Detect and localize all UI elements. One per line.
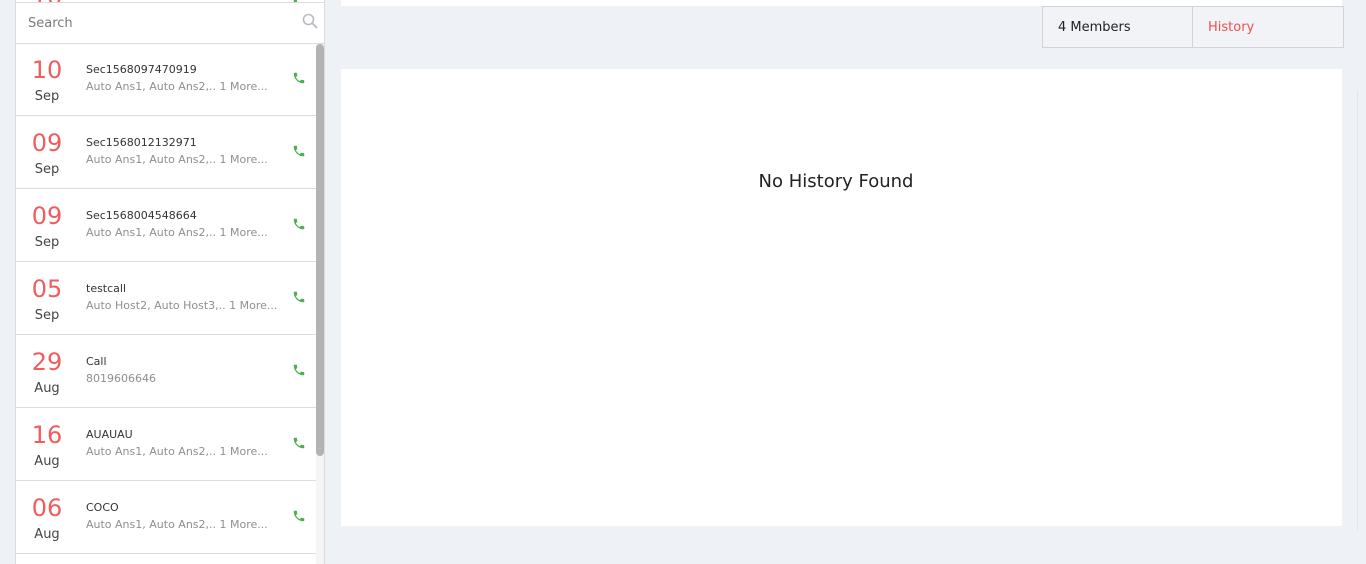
conversation-title: testcall: [86, 282, 127, 295]
date-month: Aug: [34, 454, 60, 469]
phone-icon[interactable]: [292, 217, 306, 231]
phone-icon[interactable]: [292, 71, 306, 85]
conversation-members: Auto Ans1, Auto Ans2,.. 1 More...: [86, 445, 268, 458]
conversation-list: 10SepSec1568112860085Auto Ans1, Auto Ans…: [16, 0, 316, 554]
list-item[interactable]: 09 Sep Sec1568012132971 Auto Ans1, Auto Ans…: [16, 116, 316, 189]
search-input[interactable]: [16, 3, 324, 43]
date-day: 06: [31, 494, 63, 522]
conversation-members: Auto Host2, Auto Host3,.. 1 More...: [86, 299, 278, 312]
list-item[interactable]: 09 Sep Sec1568004548664 Auto Ans1, Auto Ans…: [16, 189, 316, 262]
date-month: Sep: [34, 89, 60, 104]
list-item[interactable]: 10 Sep Sec1568097470919 Auto Ans1, Auto Ans…: [16, 43, 316, 116]
date-day: 29: [31, 348, 63, 376]
list-item[interactable]: 29 Aug Call 8019606646: [16, 335, 316, 408]
conversation-title: Sec1568004548664: [86, 209, 197, 222]
right-edge-divider: [1357, 90, 1364, 530]
conversation-members: Auto Ans1, Auto Ans2,.. 1 More...: [86, 226, 268, 239]
phone-icon[interactable]: [292, 290, 306, 304]
conversation-members: Auto Ans1, Auto Ans2,.. 1 More...: [86, 80, 268, 93]
tab-history[interactable]: History: [1193, 7, 1343, 47]
date-month: Aug: [34, 527, 60, 542]
history-content: No History Found: [341, 69, 1342, 526]
list-item[interactable]: 05 Sep testcall Auto Host2, Auto Host3,.. 1…: [16, 262, 316, 335]
conversation-members: Auto Ans1, Auto Ans2,.. 1 More...: [86, 153, 268, 166]
date-day: 10: [31, 56, 63, 84]
date-month: Sep: [34, 308, 60, 323]
scrollbar-thumb[interactable]: [316, 44, 324, 456]
conversation-members: 8019606646: [86, 372, 156, 385]
conversation-title: Sec1568097470919: [86, 63, 197, 76]
phone-icon[interactable]: [292, 509, 306, 523]
date-day: 09: [31, 129, 63, 157]
date-month: Aug: [34, 381, 60, 396]
date-month: Sep: [34, 162, 60, 177]
conversation-title: AUAUAU: [86, 428, 133, 441]
conversation-title: Sec1568012132971: [86, 136, 197, 149]
phone-icon[interactable]: [292, 144, 306, 158]
search-box: [16, 2, 324, 44]
conversation-title: COCO: [86, 501, 119, 514]
empty-history-message: No History Found: [758, 171, 914, 192]
conversation-members: Auto Ans1, Auto Ans2,.. 1 More...: [86, 518, 268, 531]
conversation-title: Call: [86, 355, 107, 368]
date-day: 09: [31, 202, 63, 230]
search-icon[interactable]: [302, 13, 318, 29]
list-item[interactable]: 16 Aug AUAUAU Auto Ans1, Auto Ans2,.. 1 Mor…: [16, 408, 316, 481]
date-day: 05: [31, 275, 63, 303]
tab-bar: 4 Members History: [1042, 6, 1344, 48]
conversation-panel: 10SepSec1568112860085Auto Ans1, Auto Ans…: [15, 0, 325, 564]
list-item[interactable]: 06 Aug COCO Auto Ans1, Auto Ans2,.. 1 More.…: [16, 481, 316, 554]
date-month: Sep: [34, 235, 60, 250]
phone-icon[interactable]: [292, 363, 306, 377]
tab-members[interactable]: 4 Members: [1043, 7, 1193, 47]
date-day: 16: [31, 421, 63, 449]
phone-icon[interactable]: [292, 436, 306, 450]
